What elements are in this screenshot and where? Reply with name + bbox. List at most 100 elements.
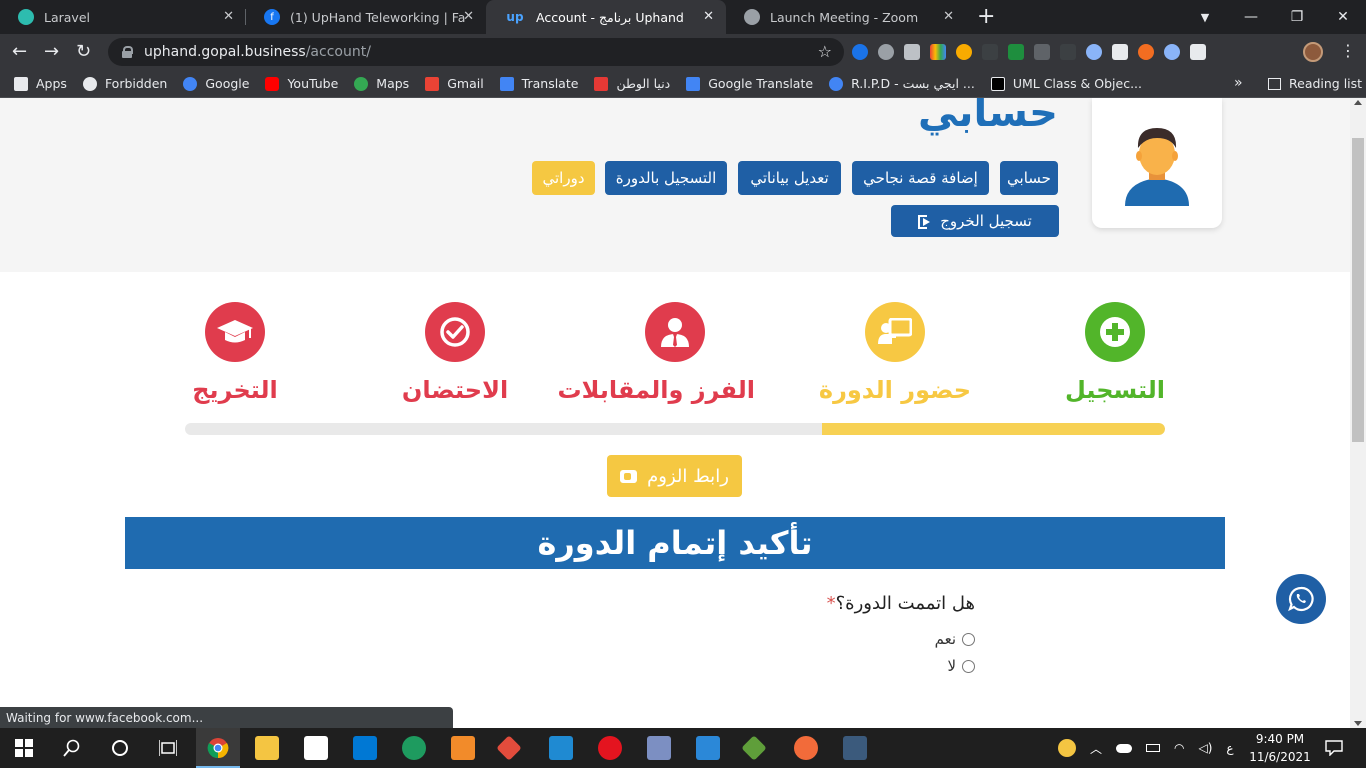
bookmark-apps[interactable]: Apps: [14, 76, 67, 91]
mail-icon[interactable]: [353, 736, 377, 760]
bookmark-google[interactable]: Google: [183, 76, 249, 91]
tab-account[interactable]: up Account - برنامج Uphand ✕: [486, 0, 726, 34]
tab-zoom[interactable]: Launch Meeting - Zoom ✕: [726, 0, 966, 34]
bookmark-donia-alwatan[interactable]: دنيا الوطن: [594, 76, 670, 91]
windows-taskbar: ︿ ◠ ◁) ع 9:40 PM 11/6/2021: [0, 728, 1366, 768]
extension-icon[interactable]: [930, 44, 946, 60]
bookmark-translate[interactable]: Translate: [499, 76, 578, 91]
volume-icon[interactable]: ◁): [1199, 741, 1213, 755]
notification-center-icon[interactable]: [1322, 736, 1346, 760]
radio-no[interactable]: [962, 659, 975, 673]
extension-icon[interactable]: [1060, 44, 1076, 60]
extensions-area: [852, 38, 1206, 66]
bookmark-ripd[interactable]: R.I.P.D - ايجي بست ...: [829, 76, 975, 91]
chrome-icon[interactable]: [206, 736, 230, 760]
zoom-link-button[interactable]: رابط الزوم: [607, 455, 742, 497]
vscode-icon[interactable]: [549, 736, 573, 760]
bookmark-star-icon[interactable]: ☆: [818, 42, 832, 61]
extension-icon[interactable]: [982, 44, 998, 60]
bookmark-gmail[interactable]: Gmail: [425, 76, 484, 91]
close-tab-icon[interactable]: ✕: [223, 9, 234, 24]
tab-laravel[interactable]: Laravel ✕: [0, 0, 246, 34]
database-icon[interactable]: [843, 736, 867, 760]
sign-out-icon: [918, 215, 932, 229]
weather-icon[interactable]: [1058, 739, 1076, 757]
extension-icon[interactable]: [1164, 44, 1180, 60]
bookmarks-overflow-button[interactable]: »: [1234, 75, 1243, 91]
close-window-button[interactable]: ✕: [1320, 9, 1366, 25]
tab-search-icon[interactable]: ▼: [1182, 11, 1228, 24]
course-registration-button[interactable]: التسجيل بالدورة: [605, 161, 727, 195]
new-tab-button[interactable]: +: [977, 4, 995, 29]
cortana-icon[interactable]: [108, 736, 132, 760]
reload-button[interactable]: ↻: [76, 41, 91, 62]
bookmark-maps[interactable]: Maps: [354, 76, 409, 91]
restore-button[interactable]: ❐: [1274, 9, 1320, 25]
show-hidden-icons-icon[interactable]: ︿: [1090, 740, 1102, 757]
extension-icon[interactable]: [1138, 44, 1154, 60]
extension-icon[interactable]: [956, 44, 972, 60]
bookmark-google-translate[interactable]: Google Translate: [686, 76, 813, 91]
search-icon[interactable]: [60, 736, 84, 760]
scrollbar-thumb[interactable]: [1352, 138, 1364, 442]
git-gui-icon[interactable]: [741, 735, 767, 761]
media-player-icon[interactable]: [696, 736, 720, 760]
file-explorer-icon[interactable]: [255, 736, 279, 760]
postman-icon[interactable]: [794, 736, 818, 760]
jc-app-icon[interactable]: [647, 736, 671, 760]
menu-kebab-icon[interactable]: ⋮: [1340, 41, 1356, 60]
my-courses-button[interactable]: دوراتي: [532, 161, 595, 195]
bookmark-uml[interactable]: UML Class & Objec...: [990, 76, 1142, 91]
extension-icon[interactable]: [878, 44, 894, 60]
wifi-icon[interactable]: ◠: [1174, 741, 1184, 755]
extension-icon[interactable]: [904, 44, 920, 60]
close-tab-icon[interactable]: ✕: [463, 9, 474, 24]
extension-icon[interactable]: [1034, 44, 1050, 60]
option-no[interactable]: لا: [870, 657, 975, 675]
address-bar[interactable]: uphand.gopal.business/account/ ☆: [108, 38, 844, 66]
step-label: التخريج: [192, 376, 278, 404]
whatsapp-button[interactable]: [1276, 574, 1326, 624]
close-tab-icon[interactable]: ✕: [943, 9, 954, 24]
page-scrollbar[interactable]: [1350, 98, 1366, 728]
extension-icon[interactable]: [852, 44, 868, 60]
xampp-icon[interactable]: [451, 736, 475, 760]
bookmark-youtube[interactable]: YouTube: [265, 76, 338, 91]
extension-icon[interactable]: [1086, 44, 1102, 60]
close-tab-icon[interactable]: ✕: [703, 9, 714, 24]
scroll-down-arrow-icon[interactable]: [1354, 721, 1362, 726]
clock[interactable]: 9:40 PM 11/6/2021: [1248, 730, 1312, 766]
git-icon[interactable]: [496, 735, 522, 761]
task-view-icon[interactable]: [156, 736, 180, 760]
puzzle-icon[interactable]: [1190, 44, 1206, 60]
logout-button[interactable]: تسجيل الخروج: [891, 205, 1059, 237]
my-account-button[interactable]: حسابي: [1000, 161, 1058, 195]
profile-avatar[interactable]: [1303, 42, 1323, 62]
battery-icon[interactable]: [1146, 744, 1161, 752]
windows-start-icon[interactable]: [12, 736, 36, 760]
tab-facebook[interactable]: f (1) UpHand Teleworking | Facebo ✕: [246, 0, 486, 34]
microsoft-store-icon[interactable]: [304, 736, 328, 760]
forward-button[interactable]: →: [44, 41, 59, 62]
radio-yes[interactable]: [962, 632, 975, 646]
input-language[interactable]: ع: [1226, 741, 1233, 755]
back-button[interactable]: ←: [12, 41, 27, 62]
reading-list-button[interactable]: Reading list: [1268, 76, 1362, 91]
extension-icon[interactable]: [1008, 44, 1024, 60]
lock-icon[interactable]: [122, 46, 133, 58]
edge-icon[interactable]: [402, 736, 426, 760]
extension-icon[interactable]: [1112, 44, 1128, 60]
logout-label: تسجيل الخروج: [940, 212, 1032, 230]
minimize-button[interactable]: —: [1228, 9, 1274, 25]
opera-icon[interactable]: [598, 736, 622, 760]
url-host: uphand.gopal.business: [144, 44, 306, 60]
news-icon: [594, 76, 609, 91]
add-success-story-button[interactable]: إضافة قصة نجاحي: [852, 161, 989, 195]
gmail-icon: [425, 76, 440, 91]
bookmark-forbidden[interactable]: Forbidden: [82, 76, 167, 91]
scroll-up-arrow-icon[interactable]: [1354, 100, 1362, 105]
edit-my-data-button[interactable]: تعديل بياناتي: [738, 161, 841, 195]
option-yes[interactable]: نعم: [870, 630, 975, 648]
onedrive-icon[interactable]: [1116, 743, 1133, 753]
completion-question: هل اتممت الدورة؟*: [810, 593, 975, 614]
